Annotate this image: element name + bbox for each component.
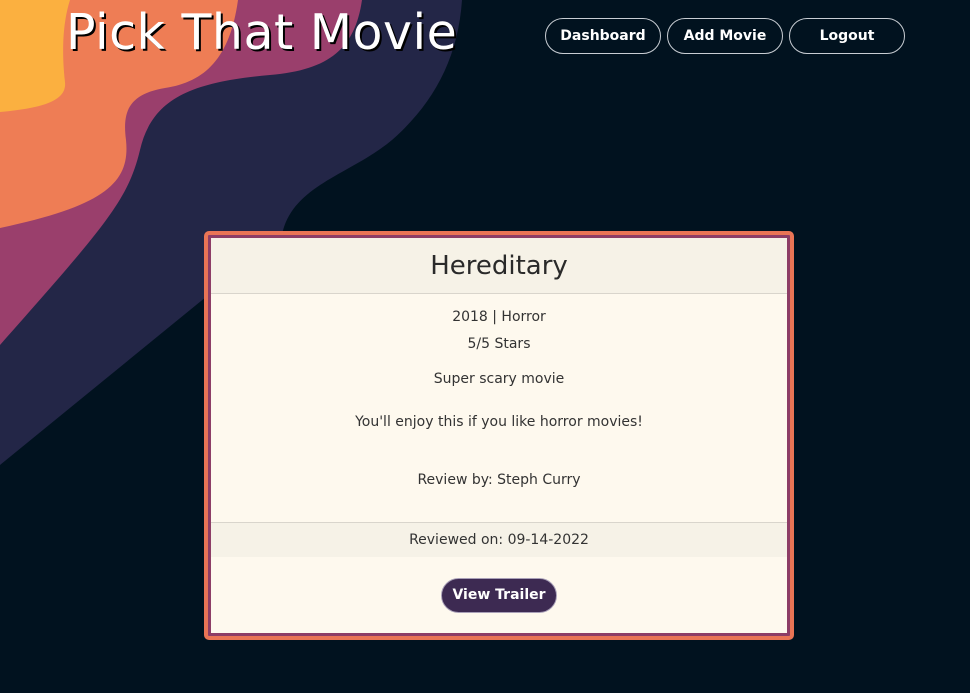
movie-title: Hereditary bbox=[430, 250, 568, 281]
top-nav: Dashboard Add Movie Logout bbox=[545, 18, 905, 54]
movie-year-genre: 2018 | Horror bbox=[452, 309, 546, 325]
logout-button[interactable]: Logout bbox=[789, 18, 905, 54]
movie-card-footer: Reviewed on: 09-14-2022 bbox=[211, 522, 787, 557]
dashboard-button[interactable]: Dashboard bbox=[545, 18, 661, 54]
movie-card: Hereditary 2018 | Horror 5/5 Stars Super… bbox=[204, 231, 794, 640]
movie-recommendation: You'll enjoy this if you like horror mov… bbox=[355, 414, 643, 430]
movie-reviewer: Review by: Steph Curry bbox=[417, 472, 581, 488]
movie-card-header: Hereditary bbox=[211, 238, 787, 294]
reviewed-date: Reviewed on: 09-14-2022 bbox=[409, 532, 589, 548]
wave-yellow bbox=[0, 0, 70, 112]
site-title: Pick That Movie bbox=[66, 4, 458, 61]
movie-card-inner: Hereditary 2018 | Horror 5/5 Stars Super… bbox=[211, 238, 787, 633]
view-trailer-button[interactable]: View Trailer bbox=[441, 577, 557, 613]
add-movie-button[interactable]: Add Movie bbox=[667, 18, 783, 54]
movie-summary: Super scary movie bbox=[433, 371, 565, 387]
movie-rating: 5/5 Stars bbox=[467, 336, 531, 352]
movie-card-actions: View Trailer bbox=[211, 557, 787, 633]
movie-card-body: 2018 | Horror 5/5 Stars Super scary movi… bbox=[211, 294, 787, 522]
